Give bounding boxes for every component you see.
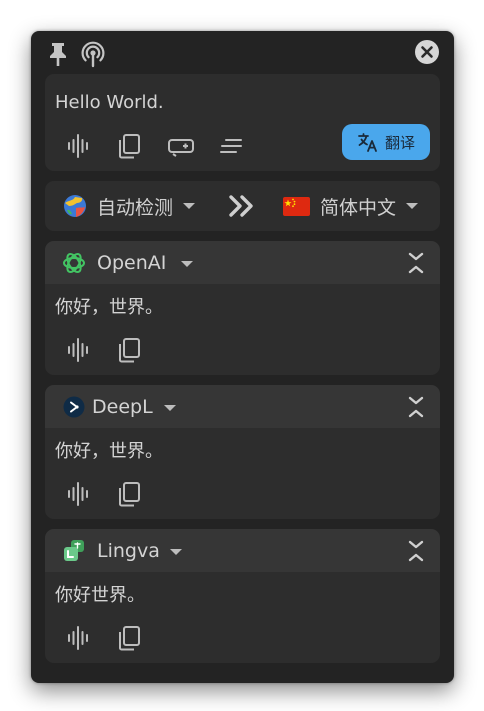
openai-logo-icon — [63, 252, 85, 274]
collapse-icon[interactable] — [405, 538, 427, 564]
service-name: Lingva — [97, 540, 160, 562]
deepl-logo-icon — [63, 396, 85, 418]
chevron-down-icon[interactable] — [170, 549, 182, 555]
collapse-icon[interactable] — [405, 394, 427, 420]
service-name: OpenAI — [97, 252, 167, 274]
translate-icon — [358, 133, 377, 152]
radar-icon[interactable] — [79, 40, 107, 68]
speak-icon[interactable] — [65, 336, 93, 364]
auto-detect-icon — [64, 195, 86, 217]
chevron-down-icon — [406, 203, 419, 209]
clear-icon[interactable] — [217, 132, 245, 160]
source-text[interactable]: Hello World. — [55, 92, 164, 113]
translator-window: Hello World. 翻译 自动检测 简体中文 OpenAI 你好，世界。 … — [31, 31, 454, 683]
pin-icon[interactable] — [47, 41, 69, 67]
service-card-lingva: Lingva 你好世界。 — [45, 529, 440, 663]
from-language-label: 自动检测 — [97, 196, 174, 219]
speak-icon[interactable] — [65, 624, 93, 652]
copy-icon[interactable] — [115, 132, 143, 160]
source-panel: Hello World. 翻译 — [45, 74, 440, 171]
chevron-down-icon[interactable] — [181, 261, 193, 267]
titlebar — [31, 31, 454, 73]
service-card-deepl: DeepL 你好，世界。 — [45, 385, 440, 519]
from-language-select[interactable]: 自动检测 — [63, 181, 196, 231]
result-actions — [55, 624, 155, 656]
swap-direction-icon[interactable] — [227, 192, 257, 220]
language-selector: 自动检测 简体中文 — [45, 181, 440, 231]
chevron-down-icon[interactable] — [164, 405, 176, 411]
lingva-logo-icon — [64, 540, 84, 561]
translate-button[interactable]: 翻译 — [342, 124, 430, 160]
service-name: DeepL — [92, 396, 153, 418]
translation-result[interactable]: 你好，世界。 — [55, 293, 163, 319]
to-language-label: 简体中文 — [320, 196, 397, 219]
to-language-select[interactable]: 简体中文 — [283, 181, 419, 231]
translate-button-label: 翻译 — [384, 133, 415, 152]
chevron-down-icon — [183, 203, 196, 209]
speak-icon[interactable] — [65, 132, 93, 160]
source-actions — [55, 132, 255, 164]
speak-icon[interactable] — [65, 480, 93, 508]
translation-result[interactable]: 你好世界。 — [55, 581, 145, 607]
translation-result[interactable]: 你好，世界。 — [55, 437, 163, 463]
collapse-icon[interactable] — [405, 250, 427, 276]
delete-newline-icon[interactable] — [167, 132, 195, 160]
service-header: Lingva — [45, 529, 440, 572]
result-actions — [55, 480, 155, 512]
service-header: OpenAI — [45, 241, 440, 284]
copy-icon[interactable] — [115, 480, 143, 508]
copy-icon[interactable] — [115, 624, 143, 652]
service-card-openai: OpenAI 你好，世界。 — [45, 241, 440, 375]
service-header: DeepL — [45, 385, 440, 428]
result-actions — [55, 336, 155, 368]
close-icon[interactable] — [414, 39, 440, 65]
copy-icon[interactable] — [115, 336, 143, 364]
china-flag-icon — [283, 196, 310, 216]
